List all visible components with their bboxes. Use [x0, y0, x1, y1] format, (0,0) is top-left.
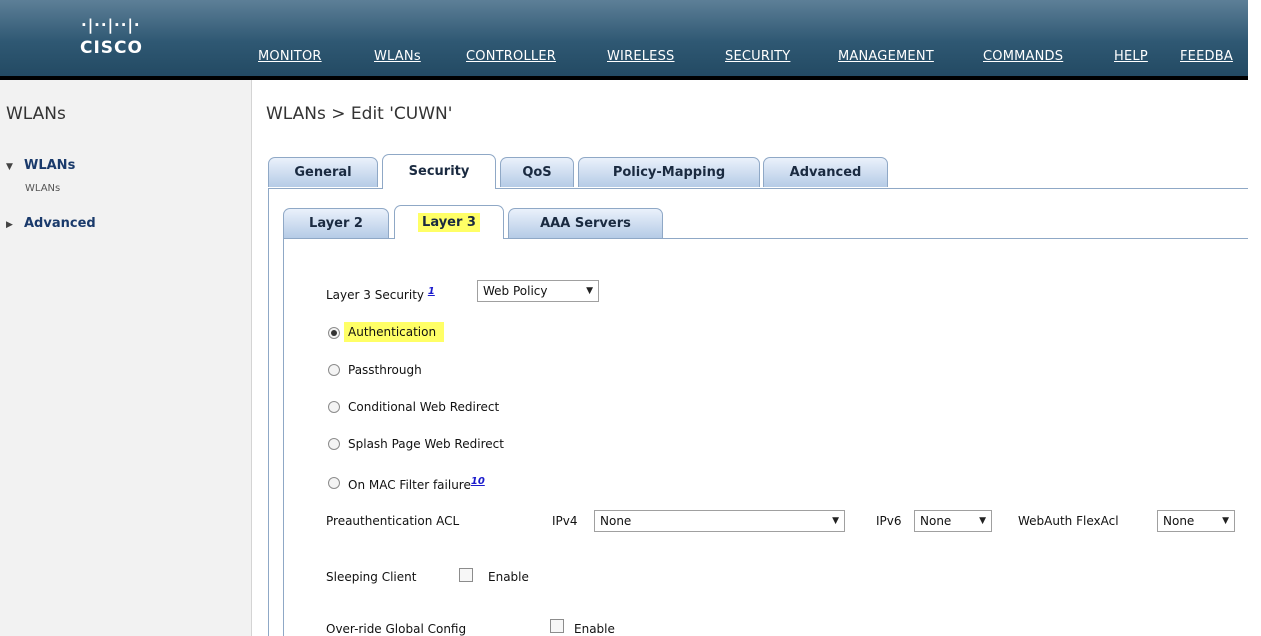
triangle-down-icon: ▼ [6, 162, 13, 172]
nav-controller[interactable]: CONTROLLER [466, 49, 556, 64]
nav-monitor[interactable]: MONITOR [258, 49, 322, 64]
triangle-right-icon: ▶ [6, 220, 13, 230]
webauth-flexacl-label: WebAuth FlexAcl [1018, 514, 1119, 528]
sleeping-client-checkbox[interactable] [459, 568, 473, 582]
subtab-aaa-servers[interactable]: AAA Servers [508, 208, 663, 238]
radio-authentication[interactable] [328, 327, 340, 339]
dropdown-arrow-icon: ▼ [586, 286, 593, 296]
nav-management[interactable]: MANAGEMENT [838, 49, 934, 64]
radio-label: Conditional Web Redirect [348, 400, 500, 414]
tab-qos[interactable]: QoS [500, 157, 574, 187]
ipv4-label: IPv4 [552, 514, 578, 528]
radio-on-mac-filter-failure[interactable] [328, 477, 340, 489]
ipv6-label: IPv6 [876, 514, 902, 528]
ipv6-acl-select[interactable]: None ▼ [914, 510, 992, 532]
footnote-link[interactable]: 1 [428, 286, 435, 297]
layer3-security-select[interactable]: Web Policy ▼ [477, 280, 599, 302]
sidebar-item-wlans[interactable]: ▼ WLANs [6, 158, 75, 173]
override-global-config-label: Over-ride Global Config [326, 622, 467, 636]
page-right-margin [1248, 0, 1261, 636]
sidebar-item-label: WLANs [24, 158, 76, 173]
override-global-config-checkbox[interactable] [550, 619, 564, 633]
nav-help[interactable]: HELP [1114, 49, 1148, 64]
top-header: ·|··|··|· CISCO MONITOR WLANs CONTROLLER… [0, 0, 1248, 76]
tab-advanced[interactable]: Advanced [763, 157, 888, 187]
dropdown-arrow-icon: ▼ [832, 516, 839, 526]
layer3-security-label: Layer 3 Security 1 [326, 286, 435, 302]
radio-label: Splash Page Web Redirect [348, 437, 504, 451]
nav-wlans[interactable]: WLANs [374, 49, 421, 64]
tab-policy-mapping[interactable]: Policy-Mapping [578, 157, 760, 187]
dropdown-arrow-icon: ▼ [979, 516, 986, 526]
sidebar-subitem-wlans[interactable]: WLANs [25, 183, 60, 194]
sleeping-client-enable-label: Enable [488, 570, 529, 584]
radio-splash-page-web-redirect[interactable] [328, 438, 340, 450]
radio-conditional-web-redirect[interactable] [328, 401, 340, 413]
sidebar-item-label: Advanced [24, 216, 96, 231]
sidebar-title: WLANs [6, 104, 66, 124]
ipv4-acl-select[interactable]: None ▼ [594, 510, 845, 532]
tab-general[interactable]: General [268, 157, 378, 187]
sleeping-client-label: Sleeping Client [326, 570, 417, 584]
radio-label: Passthrough [348, 363, 422, 377]
page-title: WLANs > Edit 'CUWN' [266, 104, 453, 124]
cisco-logo-bars: ·|··|··|· [81, 16, 141, 34]
dropdown-arrow-icon: ▼ [1222, 516, 1229, 526]
nav-commands[interactable]: COMMANDS [983, 49, 1063, 64]
sidebar-item-advanced[interactable]: ▶ Advanced [6, 216, 96, 231]
footnote-link[interactable]: 10 [471, 476, 485, 487]
subtab-layer3[interactable]: Layer 3 [394, 205, 504, 239]
webauth-flexacl-select[interactable]: None ▼ [1157, 510, 1235, 532]
tab-security[interactable]: Security [382, 154, 496, 189]
preauth-acl-label: Preauthentication ACL [326, 514, 460, 528]
subtab-layer2[interactable]: Layer 2 [283, 208, 389, 238]
radio-label: On MAC Filter failure10 [348, 476, 485, 492]
radio-passthrough[interactable] [328, 364, 340, 376]
radio-label: Authentication [344, 322, 445, 342]
nav-wireless[interactable]: WIRELESS [607, 49, 675, 64]
override-enable-label: Enable [574, 622, 615, 636]
sidebar: WLANs ▼ WLANs WLANs ▶ Advanced [0, 80, 252, 636]
nav-feedback[interactable]: FEEDBA [1180, 49, 1233, 64]
subtab-layer3-label: Layer 3 [418, 213, 480, 232]
nav-security[interactable]: SECURITY [725, 49, 790, 64]
main-nav: MONITOR WLANs CONTROLLER WIRELESS SECURI… [0, 49, 1248, 69]
